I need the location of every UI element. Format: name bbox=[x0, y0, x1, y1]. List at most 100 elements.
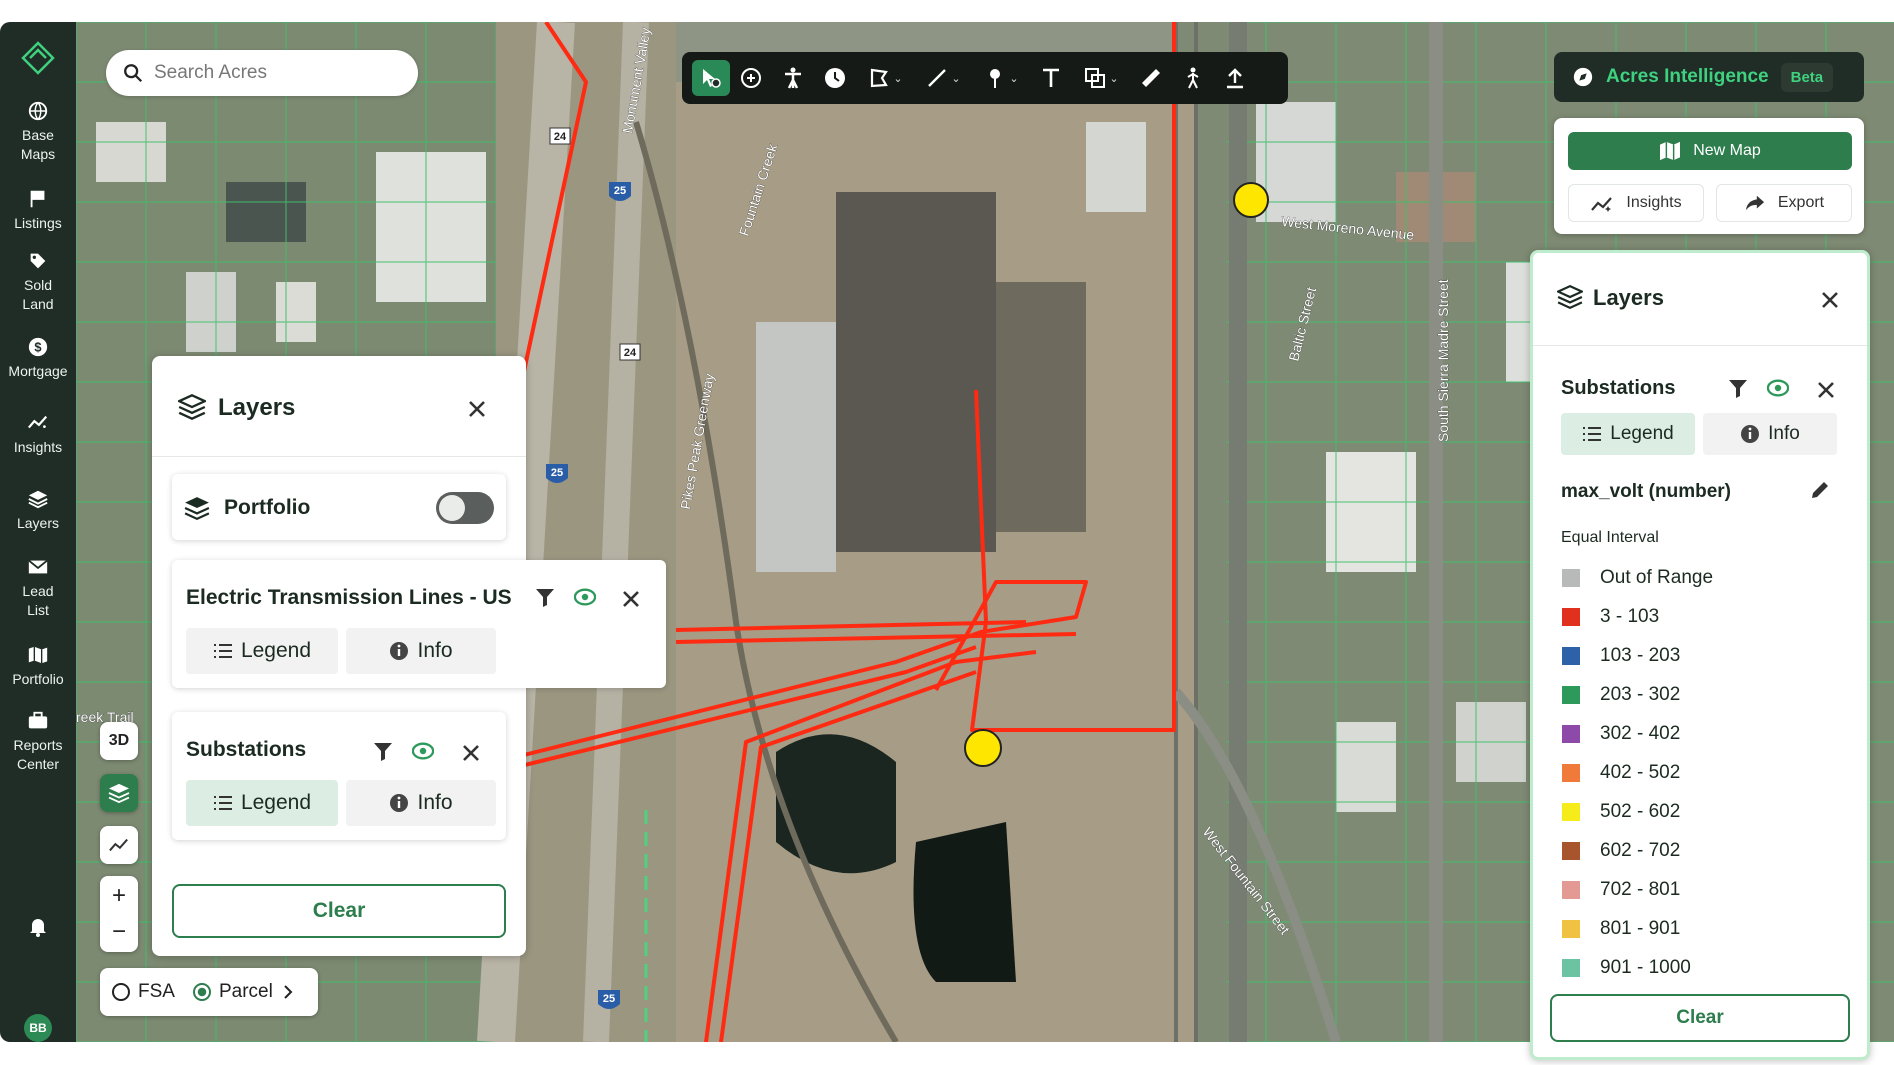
filter-icon[interactable] bbox=[372, 740, 394, 762]
legend-item: 502 - 602 bbox=[1562, 799, 1680, 825]
info-button[interactable]: Info bbox=[1703, 413, 1837, 455]
legend-label: Legend bbox=[1610, 423, 1674, 444]
bell-icon[interactable] bbox=[26, 914, 50, 938]
svg-text:$: $ bbox=[34, 340, 41, 355]
info-button[interactable]: Info bbox=[346, 780, 496, 826]
legend-item: 103 - 203 bbox=[1562, 643, 1680, 669]
eye-icon[interactable] bbox=[1767, 377, 1789, 399]
clear-button-right[interactable]: Clear bbox=[1550, 994, 1850, 1042]
sidebar-item-lead-list[interactable]: Lead List bbox=[0, 556, 76, 620]
zoom-control: + − bbox=[100, 876, 138, 952]
sidebar-item-label: Listings bbox=[14, 215, 62, 231]
upload-icon bbox=[1227, 68, 1243, 89]
clear-button[interactable]: Clear bbox=[172, 884, 506, 938]
legend-button[interactable]: Legend bbox=[1561, 413, 1695, 455]
filter-icon[interactable] bbox=[534, 586, 556, 608]
sidebar-item-label: Lead List bbox=[22, 583, 54, 618]
sparkline-icon bbox=[109, 838, 128, 852]
layer-card-transmission: Electric Transmission Lines - US Legend … bbox=[172, 560, 666, 688]
upload-button[interactable] bbox=[1214, 60, 1256, 96]
export-label: Export bbox=[1777, 194, 1825, 211]
legend-button[interactable]: Legend bbox=[186, 780, 338, 826]
street-label: South Sierra Madre Street bbox=[1435, 279, 1451, 442]
person-tool-button[interactable] bbox=[772, 60, 814, 96]
polygon-tool-button[interactable]: ⌄ bbox=[856, 60, 914, 96]
layers-icon bbox=[108, 783, 130, 803]
legend-swatch bbox=[1562, 725, 1580, 743]
ruler-icon bbox=[1142, 69, 1160, 87]
classification-method: Equal Interval bbox=[1561, 529, 1659, 546]
insights-map-button[interactable] bbox=[100, 826, 138, 864]
acres-logo-icon bbox=[21, 41, 55, 75]
parcel-layer-switcher: FSA Parcel bbox=[100, 968, 318, 1016]
add-point-button[interactable] bbox=[730, 60, 772, 96]
layers-toggle-button[interactable] bbox=[100, 774, 138, 812]
select-tool-button[interactable] bbox=[692, 60, 730, 96]
sidebar-item-base-maps[interactable]: Base Maps bbox=[0, 100, 76, 164]
chevron-down-icon: ⌄ bbox=[893, 72, 903, 85]
avatar[interactable]: BB bbox=[24, 1014, 52, 1042]
beta-badge: Beta bbox=[1780, 62, 1834, 92]
close-icon[interactable] bbox=[460, 742, 482, 764]
sidebar-item-reports-center[interactable]: Reports Center bbox=[0, 710, 76, 774]
insights-button[interactable]: Insights bbox=[1568, 184, 1704, 222]
sidebar-item-sold-land[interactable]: Sold Land bbox=[0, 250, 76, 314]
zoom-in-button[interactable]: + bbox=[112, 882, 126, 910]
acres-intelligence-bar[interactable]: Acres Intelligence Beta bbox=[1554, 52, 1864, 102]
legend-swatch bbox=[1562, 686, 1580, 704]
zoom-out-button[interactable]: − bbox=[112, 918, 126, 946]
sidebar-item-portfolio[interactable]: Portfolio bbox=[0, 644, 76, 689]
legend-button[interactable]: Legend bbox=[186, 628, 338, 674]
eye-icon[interactable] bbox=[574, 586, 596, 608]
eye-icon[interactable] bbox=[412, 740, 434, 762]
close-icon[interactable] bbox=[620, 588, 642, 610]
history-button[interactable] bbox=[814, 60, 856, 96]
legend-item-label: 602 - 702 bbox=[1600, 840, 1681, 861]
map-actions-panel: New Map Insights Export bbox=[1554, 118, 1864, 234]
mail-icon bbox=[28, 559, 48, 574]
sidebar-item-insights[interactable]: Insights bbox=[0, 412, 76, 457]
parcel-label: Parcel bbox=[218, 981, 273, 1002]
text-tool-button[interactable] bbox=[1030, 60, 1072, 96]
filter-icon[interactable] bbox=[1727, 377, 1749, 399]
new-map-label: New Map bbox=[1693, 142, 1761, 159]
info-icon bbox=[390, 794, 409, 812]
fsa-radio[interactable] bbox=[112, 983, 130, 1001]
dollar-icon: $ bbox=[28, 337, 48, 357]
clock-icon bbox=[825, 68, 845, 88]
search-input[interactable] bbox=[154, 62, 394, 84]
walk-tool-button[interactable] bbox=[1172, 60, 1214, 96]
close-icon[interactable] bbox=[1819, 289, 1841, 311]
interstate-shield-label: 25 bbox=[551, 467, 563, 479]
sidebar-item-label: Reports Center bbox=[13, 737, 63, 772]
info-button[interactable]: Info bbox=[346, 628, 496, 674]
close-icon[interactable] bbox=[1815, 379, 1837, 401]
compass-icon bbox=[1573, 67, 1593, 87]
search-bar[interactable] bbox=[106, 50, 418, 96]
chevron-down-icon: ⌄ bbox=[951, 72, 961, 85]
close-icon[interactable] bbox=[466, 398, 488, 420]
pin-tool-icon bbox=[990, 69, 1001, 88]
shape-tool-button[interactable]: ⌄ bbox=[1072, 60, 1130, 96]
export-button[interactable]: Export bbox=[1716, 184, 1852, 222]
shape-tool-icon bbox=[1085, 68, 1106, 88]
sidebar-item-listings[interactable]: Listings bbox=[0, 188, 76, 233]
measure-button[interactable] bbox=[1130, 60, 1172, 96]
info-icon bbox=[1741, 425, 1760, 443]
tag-icon bbox=[30, 253, 46, 269]
pin-tool-button[interactable]: ⌄ bbox=[972, 60, 1030, 96]
line-tool-button[interactable]: ⌄ bbox=[914, 60, 972, 96]
legend-swatch bbox=[1562, 764, 1580, 782]
sidebar-item-layers[interactable]: Layers bbox=[0, 488, 76, 533]
legend-swatch bbox=[1562, 608, 1580, 626]
portfolio-toggle[interactable] bbox=[436, 492, 494, 524]
chevron-right-icon[interactable] bbox=[281, 984, 295, 1000]
legend-item-label: 702 - 801 bbox=[1600, 879, 1681, 900]
pencil-icon[interactable] bbox=[1809, 479, 1831, 501]
sidebar-item-mortgage[interactable]: $ Mortgage bbox=[0, 336, 76, 381]
new-map-button[interactable]: New Map bbox=[1568, 132, 1852, 170]
parcel-radio[interactable] bbox=[192, 983, 211, 1001]
legend-item-label: 302 - 402 bbox=[1600, 723, 1681, 744]
3d-toggle-button[interactable]: 3D bbox=[100, 722, 138, 760]
legend-item-label: 502 - 602 bbox=[1600, 801, 1681, 822]
